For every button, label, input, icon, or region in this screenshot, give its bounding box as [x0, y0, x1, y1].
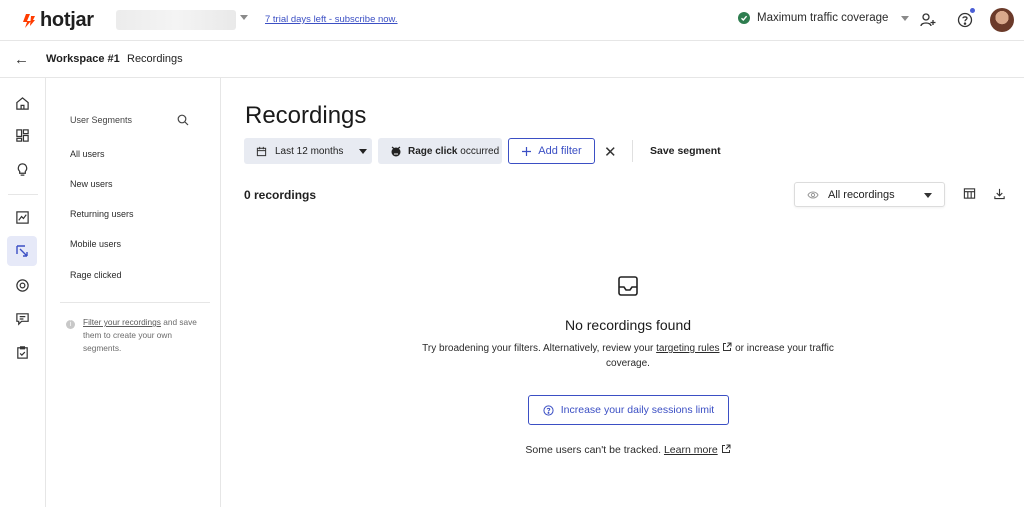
hotjar-flame-icon	[23, 13, 35, 28]
lightbulb-icon[interactable]	[11, 158, 33, 180]
rage-click-bold: Rage click	[408, 145, 458, 157]
chevron-down-icon	[359, 148, 368, 154]
rage-click-rest: occurred	[457, 145, 500, 157]
logo-text: hotjar	[40, 9, 94, 31]
hotjar-logo[interactable]: hotjar	[22, 9, 94, 32]
add-filter-button[interactable]: Add filter	[508, 138, 595, 164]
targeting-rules-link[interactable]: targeting rules	[656, 343, 719, 354]
filter-recordings-link[interactable]: Filter your recordings	[83, 317, 161, 327]
segment-item-returning-users[interactable]: Returning users	[70, 209, 134, 219]
tracking-notice-text: Some users can't be tracked.	[525, 444, 664, 456]
traffic-coverage-selector[interactable]: Maximum traffic coverage	[738, 12, 910, 24]
chevron-down-icon[interactable]	[240, 15, 248, 20]
empty-desc-before: Try broadening your filters. Alternative…	[422, 343, 657, 354]
breadcrumb: ← Workspace #1 Recordings	[0, 41, 1024, 78]
breadcrumb-workspace[interactable]: Workspace #1	[46, 53, 120, 65]
calendar-icon	[256, 146, 267, 156]
page-title: Recordings	[245, 102, 367, 129]
help-circle-icon	[543, 404, 554, 416]
columns-icon[interactable]	[963, 187, 976, 205]
avatar[interactable]	[990, 8, 1014, 32]
notification-dot	[970, 8, 975, 13]
trends-icon[interactable]	[11, 206, 33, 228]
chevron-down-icon	[924, 193, 932, 198]
empty-state-description: Try broadening your filters. Alternative…	[400, 341, 856, 371]
trial-subscribe-link[interactable]: 7 trial days left - subscribe now.	[265, 14, 398, 25]
external-link-icon	[721, 444, 731, 453]
segments-divider	[60, 302, 210, 303]
filter-divider	[632, 140, 633, 162]
eye-icon	[807, 191, 819, 198]
segments-title: User Segments	[70, 115, 133, 125]
clear-filters-icon[interactable]: ✕	[604, 143, 617, 161]
nav-rail	[0, 78, 46, 507]
empty-state-title: No recordings found	[564, 317, 692, 333]
check-circle-icon	[738, 12, 750, 24]
plus-icon	[522, 146, 532, 156]
segments-hint: Filter your recordings and save them to …	[83, 316, 208, 355]
rage-click-filter[interactable]: Rage click occurred	[378, 138, 502, 164]
traffic-coverage-label: Maximum traffic coverage	[757, 12, 889, 24]
external-link-icon	[723, 342, 732, 351]
dashboard-icon[interactable]	[11, 124, 33, 146]
tasks-icon[interactable]	[11, 341, 33, 363]
increase-sessions-label: Increase your daily sessions limit	[560, 404, 715, 416]
rail-divider	[8, 194, 38, 195]
help-icon[interactable]	[955, 10, 975, 30]
rage-face-icon	[391, 146, 401, 157]
date-range-label: Last 12 months	[275, 145, 344, 157]
surveys-icon[interactable]	[11, 274, 33, 296]
segment-item-rage-clicked[interactable]: Rage clicked	[70, 270, 122, 280]
site-selector[interactable]	[116, 10, 236, 30]
search-icon[interactable]	[177, 113, 189, 131]
back-arrow-icon[interactable]: ←	[14, 51, 29, 68]
inbox-icon	[617, 275, 639, 302]
recordings-view-select[interactable]: All recordings	[794, 182, 945, 207]
add-filter-label: Add filter	[538, 145, 582, 157]
recordings-view-label: All recordings	[828, 188, 895, 201]
segments-panel: User Segments All users New users Return…	[46, 78, 221, 507]
recordings-icon[interactable]	[7, 236, 37, 266]
learn-more-link[interactable]: Learn more	[664, 444, 718, 456]
top-bar: hotjar 7 trial days left - subscribe now…	[0, 0, 1024, 41]
date-range-filter[interactable]: Last 12 months	[244, 138, 372, 164]
feedback-icon[interactable]	[11, 307, 33, 329]
home-icon[interactable]	[11, 92, 33, 114]
save-segment-button[interactable]: Save segment	[650, 145, 721, 157]
rage-click-label: Rage click occurred	[408, 146, 499, 157]
segment-item-all-users[interactable]: All users	[70, 149, 105, 159]
recordings-count: 0 recordings	[244, 188, 317, 202]
chevron-down-icon	[901, 15, 910, 21]
breadcrumb-page: Recordings	[127, 53, 183, 65]
download-icon[interactable]	[993, 187, 1006, 205]
tracking-notice: Some users can't be tracked. Learn more	[480, 444, 776, 456]
segment-item-mobile-users[interactable]: Mobile users	[70, 239, 121, 249]
info-icon: i	[66, 320, 75, 329]
increase-sessions-button[interactable]: Increase your daily sessions limit	[528, 395, 729, 425]
segment-item-new-users[interactable]: New users	[70, 179, 113, 189]
invite-user-icon[interactable]	[918, 10, 938, 30]
